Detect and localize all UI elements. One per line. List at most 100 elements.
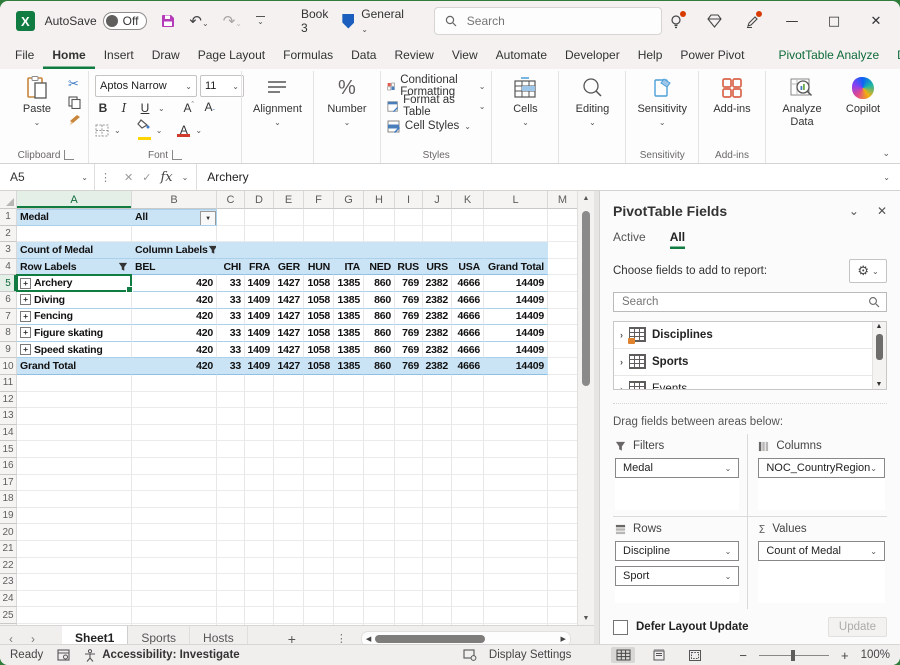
report-filter-dropdown[interactable]: ▼ — [200, 211, 216, 226]
grid-cell-G26[interactable] — [334, 624, 364, 625]
cancel-entry-icon[interactable]: ✕ — [124, 171, 133, 184]
grid-cell-F21[interactable] — [304, 541, 334, 558]
grid-cell-B13[interactable] — [132, 408, 217, 425]
grid-cell-H5[interactable]: 860 — [364, 275, 395, 292]
grid-cell-M15[interactable] — [548, 441, 578, 458]
autosave-toggle[interactable]: Off — [103, 12, 148, 30]
zoom-in-button[interactable]: + — [841, 648, 849, 663]
grid-cell-F10[interactable]: 1058 — [304, 358, 334, 375]
grid-cell-C17[interactable] — [217, 475, 245, 492]
vertical-scroll-thumb[interactable] — [582, 211, 590, 386]
column-header-G[interactable]: G — [334, 191, 364, 209]
grid-cell-K7[interactable]: 4666 — [452, 309, 484, 326]
grid-cell-I24[interactable] — [395, 591, 423, 608]
grid-cell-H15[interactable] — [364, 441, 395, 458]
grid-cell-H23[interactable] — [364, 574, 395, 591]
grid-cell-E26[interactable] — [274, 624, 304, 625]
grid-cell-A10[interactable]: Grand Total — [17, 358, 132, 375]
search-input[interactable] — [465, 13, 629, 29]
grid-cell-B7[interactable]: 420 — [132, 309, 217, 326]
excel-app-icon[interactable]: X — [16, 11, 35, 31]
grid-cell-A9[interactable]: +Speed skating — [17, 342, 132, 359]
grid-cell-B11[interactable] — [132, 375, 217, 392]
grid-cell-M8[interactable] — [548, 325, 578, 342]
grid-cell-I23[interactable] — [395, 574, 423, 591]
grid-cell-F3[interactable] — [304, 242, 334, 259]
grid-cell-D13[interactable] — [245, 408, 274, 425]
grid-cell-M1[interactable] — [548, 209, 578, 226]
grid-cell-J7[interactable]: 2382 — [423, 309, 452, 326]
grid-cell-F14[interactable] — [304, 425, 334, 442]
grid-cell-A11[interactable] — [17, 375, 132, 392]
tab-view[interactable]: View — [443, 43, 487, 69]
grid-cell-K22[interactable] — [452, 558, 484, 575]
update-button[interactable]: Update — [828, 617, 887, 637]
tab-pivottable-analyze[interactable]: PivotTable Analyze — [769, 43, 888, 69]
grid-cell-J24[interactable] — [423, 591, 452, 608]
increase-font-button[interactable]: Aˆ — [181, 101, 197, 115]
grid-cell-K21[interactable] — [452, 541, 484, 558]
column-header-K[interactable]: K — [452, 191, 484, 209]
row-header-6[interactable]: 6 — [0, 292, 17, 309]
grid-cell-I25[interactable] — [395, 607, 423, 624]
row-header-4[interactable]: 4 — [0, 259, 17, 276]
grid-cell-M13[interactable] — [548, 408, 578, 425]
number-button[interactable]: % Number⌄ — [320, 73, 374, 130]
grid-cell-M5[interactable] — [548, 275, 578, 292]
normal-view-button[interactable] — [611, 647, 635, 663]
grid-cell-E14[interactable] — [274, 425, 304, 442]
grid-cell-F11[interactable] — [304, 375, 334, 392]
grid-cell-C12[interactable] — [217, 392, 245, 409]
row-header-23[interactable]: 23 — [0, 574, 17, 591]
grid-cell-A2[interactable] — [17, 226, 132, 243]
grid-cell-A23[interactable] — [17, 574, 132, 591]
scroll-down-icon[interactable]: ▼ — [578, 611, 594, 625]
grid-cell-L18[interactable] — [484, 491, 548, 508]
grid-cell-M14[interactable] — [548, 425, 578, 442]
grid-cell-J9[interactable]: 2382 — [423, 342, 452, 359]
row-header-8[interactable]: 8 — [0, 325, 17, 342]
grid-cell-M7[interactable] — [548, 309, 578, 326]
addins-button[interactable]: Add-ins — [705, 73, 759, 118]
zoom-slider[interactable] — [759, 655, 829, 656]
grid-cell-A20[interactable] — [17, 524, 132, 541]
grid-cell-E15[interactable] — [274, 441, 304, 458]
grid-cell-J22[interactable] — [423, 558, 452, 575]
grid-cell-K20[interactable] — [452, 524, 484, 541]
grid-cell-L26[interactable] — [484, 624, 548, 625]
grid-cell-C15[interactable] — [217, 441, 245, 458]
grid-cell-G17[interactable] — [334, 475, 364, 492]
tab-design[interactable]: Design — [888, 43, 900, 69]
row-header-21[interactable]: 21 — [0, 541, 17, 558]
cut-button[interactable]: ✂ — [68, 77, 82, 92]
tab-draw[interactable]: Draw — [143, 43, 189, 69]
grid-cell-L1[interactable] — [484, 209, 548, 226]
grid-cell-D15[interactable] — [245, 441, 274, 458]
cell-styles-button[interactable]: Cell Styles⌄ — [387, 116, 471, 136]
grid-cell-B19[interactable] — [132, 508, 217, 525]
grid-cell-I11[interactable] — [395, 375, 423, 392]
grid-cell-K24[interactable] — [452, 591, 484, 608]
grid-cell-L4[interactable]: Grand Total — [484, 259, 548, 276]
grid-cell-I20[interactable] — [395, 524, 423, 541]
grid-cell-K10[interactable]: 4666 — [452, 358, 484, 375]
grid-cell-M3[interactable] — [548, 242, 578, 259]
grid-cell-B9[interactable]: 420 — [132, 342, 217, 359]
grid-cell-J14[interactable] — [423, 425, 452, 442]
grid-cell-A8[interactable]: +Figure skating — [17, 325, 132, 342]
grid-cell-B22[interactable] — [132, 558, 217, 575]
grid-cell-E6[interactable]: 1427 — [274, 292, 304, 309]
sensitivity-menu[interactable]: General ⌄ — [361, 7, 409, 35]
grid-cell-K14[interactable] — [452, 425, 484, 442]
grid-cell-K12[interactable] — [452, 392, 484, 409]
grid-cell-L23[interactable] — [484, 574, 548, 591]
name-box-resize-handle[interactable]: ⋮ — [95, 171, 116, 184]
row-header-26[interactable]: 26 — [0, 624, 17, 625]
accessibility-icon[interactable] — [84, 649, 96, 662]
grid-cell-G11[interactable] — [334, 375, 364, 392]
row-header-1[interactable]: 1 — [0, 209, 17, 226]
grid-cell-B18[interactable] — [132, 491, 217, 508]
font-name-select[interactable]: Aptos Narrow⌄ — [95, 75, 197, 97]
bold-button[interactable]: B — [95, 101, 111, 115]
accessibility-status[interactable]: Accessibility: Investigate — [102, 649, 239, 661]
